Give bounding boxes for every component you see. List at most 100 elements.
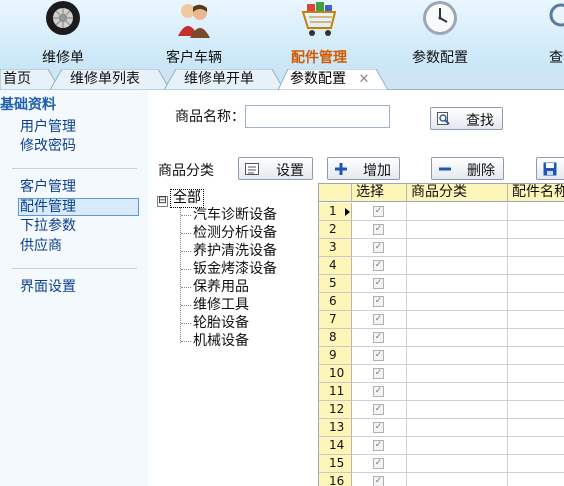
nav-query[interactable]: 查询 bbox=[508, 0, 564, 68]
nav-parameter-config[interactable]: 参数配置 bbox=[385, 0, 495, 68]
category-cell[interactable] bbox=[407, 347, 508, 365]
part-name-cell[interactable] bbox=[508, 311, 564, 329]
category-cell[interactable] bbox=[407, 203, 508, 221]
row-checkbox[interactable]: ✓ bbox=[373, 314, 384, 325]
part-name-cell[interactable] bbox=[508, 383, 564, 401]
row-checkbox[interactable]: ✓ bbox=[373, 368, 384, 379]
table-row[interactable]: 9 ✓ bbox=[319, 347, 564, 365]
tab-repair-list[interactable]: 维修单列表 bbox=[50, 69, 170, 90]
category-cell[interactable] bbox=[407, 311, 508, 329]
table-row[interactable]: 15 ✓ bbox=[319, 455, 564, 473]
category-cell[interactable] bbox=[407, 437, 508, 455]
part-name-cell[interactable] bbox=[508, 221, 564, 239]
category-settings-button[interactable]: 设置 bbox=[238, 157, 313, 180]
category-cell[interactable] bbox=[407, 383, 508, 401]
tree-node[interactable]: 保养用品 bbox=[193, 278, 249, 296]
row-checkbox[interactable]: ✓ bbox=[373, 242, 384, 253]
tree-node[interactable]: 养护清洗设备 bbox=[193, 242, 277, 260]
tree-node[interactable]: 汽车诊断设备 bbox=[193, 206, 277, 224]
table-row[interactable]: 12 ✓ bbox=[319, 401, 564, 419]
part-name-cell[interactable] bbox=[508, 275, 564, 293]
nav-parts-management[interactable]: 配件管理 bbox=[264, 0, 374, 68]
part-name-cell[interactable] bbox=[508, 257, 564, 275]
row-checkbox[interactable]: ✓ bbox=[373, 224, 384, 235]
table-row[interactable]: 14 ✓ bbox=[319, 437, 564, 455]
sidebar-item-supplier[interactable]: 供应商 bbox=[18, 238, 139, 256]
sidebar-item-parts-management[interactable]: 配件管理 bbox=[18, 198, 139, 216]
sidebar-item-user-management[interactable]: 用户管理 bbox=[18, 119, 139, 137]
row-checkbox[interactable]: ✓ bbox=[373, 458, 384, 469]
collapse-icon[interactable]: ⊟ bbox=[157, 196, 168, 207]
part-name-cell[interactable] bbox=[508, 203, 564, 221]
row-checkbox[interactable]: ✓ bbox=[373, 404, 384, 415]
table-row[interactable]: 3 ✓ bbox=[319, 239, 564, 257]
tab-parameter-config[interactable]: 参数配置 ✕ bbox=[278, 69, 388, 90]
sidebar-item-ui-settings[interactable]: 界面设置 bbox=[18, 279, 139, 297]
tab-repair-create[interactable]: 维修单开单 bbox=[164, 69, 284, 90]
save-button[interactable] bbox=[536, 157, 564, 180]
table-row[interactable]: 7 ✓ bbox=[319, 311, 564, 329]
tree-node[interactable]: 机械设备 bbox=[193, 332, 249, 350]
part-name-cell[interactable] bbox=[508, 329, 564, 347]
part-name-cell[interactable] bbox=[508, 401, 564, 419]
category-cell[interactable] bbox=[407, 473, 508, 486]
row-checkbox[interactable]: ✓ bbox=[373, 332, 384, 343]
table-row[interactable]: 8 ✓ bbox=[319, 329, 564, 347]
row-checkbox[interactable]: ✓ bbox=[373, 206, 384, 217]
part-name-cell[interactable] bbox=[508, 437, 564, 455]
table-row[interactable]: 4 ✓ bbox=[319, 257, 564, 275]
add-button[interactable]: 增加 bbox=[327, 157, 400, 180]
sidebar-item-change-password[interactable]: 修改密码 bbox=[18, 138, 139, 156]
category-cell[interactable] bbox=[407, 329, 508, 347]
sidebar-item-dropdown-params[interactable]: 下拉参数 bbox=[18, 218, 139, 236]
category-cell[interactable] bbox=[407, 455, 508, 473]
column-header-part-name[interactable]: 配件名称 bbox=[508, 184, 564, 202]
table-row[interactable]: 5 ✓ bbox=[319, 275, 564, 293]
tree-node[interactable]: 检测分析设备 bbox=[193, 224, 277, 242]
table-row[interactable]: 6 ✓ bbox=[319, 293, 564, 311]
row-checkbox[interactable]: ✓ bbox=[373, 350, 384, 361]
part-name-cell[interactable] bbox=[508, 365, 564, 383]
row-checkbox[interactable]: ✓ bbox=[373, 260, 384, 271]
search-icon bbox=[437, 112, 450, 125]
row-checkbox[interactable]: ✓ bbox=[373, 476, 384, 486]
row-checkbox[interactable]: ✓ bbox=[373, 422, 384, 433]
part-name-cell[interactable] bbox=[508, 455, 564, 473]
nav-repair-order[interactable]: 维修单 bbox=[8, 0, 118, 68]
category-label: 商品分类 bbox=[158, 163, 214, 179]
table-row[interactable]: 1 ✓ bbox=[319, 203, 564, 221]
product-name-input[interactable] bbox=[245, 105, 390, 128]
category-cell[interactable] bbox=[407, 293, 508, 311]
part-name-cell[interactable] bbox=[508, 473, 564, 486]
category-cell[interactable] bbox=[407, 275, 508, 293]
nav-customer-vehicle[interactable]: 客户车辆 bbox=[139, 0, 249, 68]
category-cell[interactable] bbox=[407, 221, 508, 239]
sidebar-item-customer-management[interactable]: 客户管理 bbox=[18, 179, 139, 197]
part-name-cell[interactable] bbox=[508, 293, 564, 311]
category-cell[interactable] bbox=[407, 365, 508, 383]
part-name-cell[interactable] bbox=[508, 239, 564, 257]
table-row[interactable]: 10 ✓ bbox=[319, 365, 564, 383]
category-cell[interactable] bbox=[407, 401, 508, 419]
category-cell[interactable] bbox=[407, 419, 508, 437]
table-row[interactable]: 11 ✓ bbox=[319, 383, 564, 401]
row-checkbox[interactable]: ✓ bbox=[373, 386, 384, 397]
delete-button[interactable]: 删除 bbox=[431, 157, 504, 180]
category-cell[interactable] bbox=[407, 239, 508, 257]
column-header-category[interactable]: 商品分类 bbox=[407, 184, 508, 202]
search-button[interactable]: 查找 bbox=[430, 107, 503, 130]
tree-node[interactable]: 钣金烤漆设备 bbox=[193, 260, 277, 278]
tree-node[interactable]: 维修工具 bbox=[193, 296, 249, 314]
row-checkbox[interactable]: ✓ bbox=[373, 296, 384, 307]
row-checkbox[interactable]: ✓ bbox=[373, 440, 384, 451]
table-row[interactable]: 2 ✓ bbox=[319, 221, 564, 239]
table-row[interactable]: 13 ✓ bbox=[319, 419, 564, 437]
tree-node[interactable]: 轮胎设备 bbox=[193, 314, 249, 332]
table-row[interactable]: 16 ✓ bbox=[319, 473, 564, 486]
row-checkbox[interactable]: ✓ bbox=[373, 278, 384, 289]
close-icon[interactable]: ✕ bbox=[358, 72, 369, 87]
category-cell[interactable] bbox=[407, 257, 508, 275]
column-header-select[interactable]: 选择 bbox=[352, 184, 407, 202]
part-name-cell[interactable] bbox=[508, 419, 564, 437]
part-name-cell[interactable] bbox=[508, 347, 564, 365]
